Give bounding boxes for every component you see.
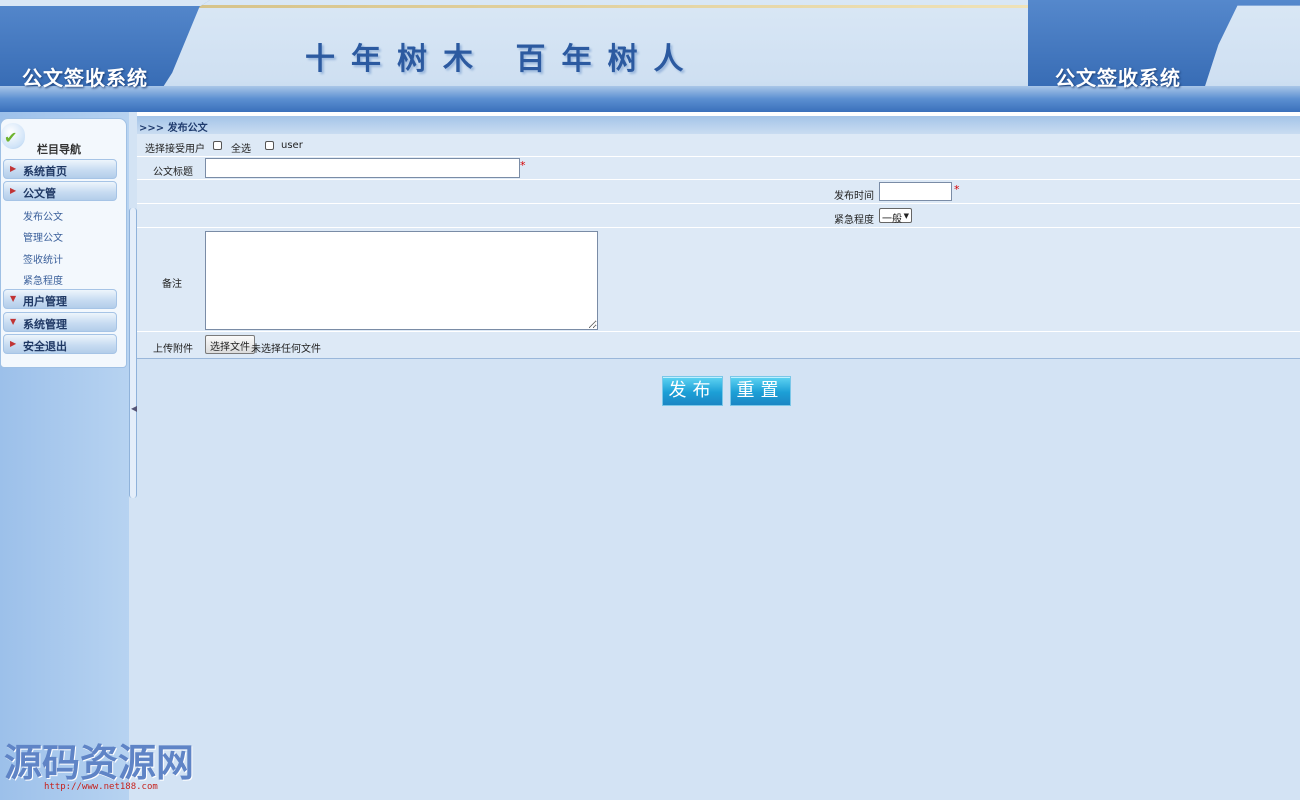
title-input[interactable] (205, 158, 520, 178)
system-name-right: 公文签收系统 (1055, 66, 1181, 90)
system-name-left: 公文签收系统 (22, 66, 148, 90)
required-mark: * (520, 159, 526, 172)
watermark-text: 源码资源网 (4, 741, 195, 785)
user-checkbox[interactable] (265, 141, 274, 150)
chevron-right-icon: ▶ (10, 186, 17, 195)
chevron-down-icon: ▼ (10, 317, 17, 326)
title-label: 公文标题 (153, 167, 193, 178)
subitem-signing-statistics[interactable]: 签收统计 (23, 251, 63, 266)
user-option-label[interactable]: user (281, 140, 303, 151)
sidebar-item-label: 系统首页 (23, 165, 67, 178)
subitem-manage-documents[interactable]: 管理公文 (23, 229, 63, 244)
publish-button[interactable]: 发布 (662, 376, 723, 406)
sidebar-item-label: 用户管理 (23, 295, 67, 308)
sidebar-item-document-management[interactable]: ▶ 公文管 (3, 181, 117, 201)
sidebar-item-label: 系统管理 (23, 318, 67, 331)
urgency-selected-value: 一般 (882, 214, 902, 225)
remarks-textarea[interactable] (205, 231, 598, 330)
watermark: 源码资源网 http://www.net188.com (4, 732, 195, 792)
urgency-label: 紧急程度 (834, 215, 874, 226)
sidebar-item-user-management[interactable]: ▼ 用户管理 (3, 289, 117, 309)
chevron-right-icon: ▶ (10, 339, 17, 348)
checkmark-icon: ✔ (4, 128, 18, 147)
header-banner: 公文签收系统 十年树木 百年树人 公文签收系统 (0, 0, 1300, 112)
urgency-row: 紧急程度 一般 ▼ (137, 204, 1300, 228)
sidebar-item-home[interactable]: ▶ 系统首页 (3, 159, 117, 179)
nav-panel: ✔ 栏目导航 ▶ 系统首页 ▶ 公文管 发布公文 管理公文 签收统计 紧急程度 … (0, 118, 127, 368)
chevron-down-icon: ▼ (10, 294, 17, 303)
no-file-text: 未选择任何文件 (251, 344, 321, 355)
remarks-label: 备注 (162, 279, 182, 290)
main-content: >>> 发布公文 选择接受用户 全选 user 公文标题 * 发布时间 * 紧急… (137, 112, 1300, 800)
select-all-checkbox[interactable] (213, 141, 222, 150)
recipients-label: 选择接受用户 (145, 144, 205, 155)
nav-title: 栏目导航 (37, 143, 81, 156)
attachment-row: 上传附件 选择文件 未选择任何文件 (137, 332, 1300, 359)
sidebar-item-system-management[interactable]: ▼ 系统管理 (3, 312, 117, 332)
choose-file-button[interactable]: 选择文件 (205, 335, 255, 354)
publish-time-input[interactable] (879, 182, 952, 201)
required-mark: * (954, 183, 960, 196)
publish-time-label: 发布时间 (834, 191, 874, 202)
subitem-publish-document[interactable]: 发布公文 (23, 208, 63, 223)
watermark-url: http://www.net188.com (44, 782, 158, 792)
reset-button[interactable]: 重置 (730, 376, 791, 406)
sidebar-item-logout[interactable]: ▶ 安全退出 (3, 334, 117, 354)
publish-time-row: 发布时间 * (137, 180, 1300, 204)
breadcrumb: >>> 发布公文 (139, 123, 208, 134)
remarks-row: 备注 (137, 228, 1300, 332)
header-gold-line (195, 5, 1035, 8)
select-all-label[interactable]: 全选 (231, 140, 251, 155)
title-row: 公文标题 * (137, 157, 1300, 180)
sidebar-item-label: 安全退出 (23, 340, 67, 353)
sidebar-item-label: 公文管 (23, 187, 56, 200)
nav-logo-icon: ✔ (1, 123, 25, 149)
recipients-row: 选择接受用户 全选 user (137, 134, 1300, 157)
header-slogan: 十年树木 百年树人 (305, 42, 700, 77)
sidebar-splitter[interactable]: ◀ (129, 208, 137, 498)
breadcrumb-bar: >>> 发布公文 (137, 116, 1300, 135)
chevron-right-icon: ▶ (10, 164, 17, 173)
urgency-select[interactable]: 一般 ▼ (879, 208, 912, 225)
subitem-urgency-levels[interactable]: 紧急程度 (23, 272, 63, 287)
attachment-label: 上传附件 (153, 344, 193, 355)
sidebar: ✔ 栏目导航 ▶ 系统首页 ▶ 公文管 发布公文 管理公文 签收统计 紧急程度 … (0, 112, 137, 800)
chevron-down-icon: ▼ (903, 212, 909, 220)
